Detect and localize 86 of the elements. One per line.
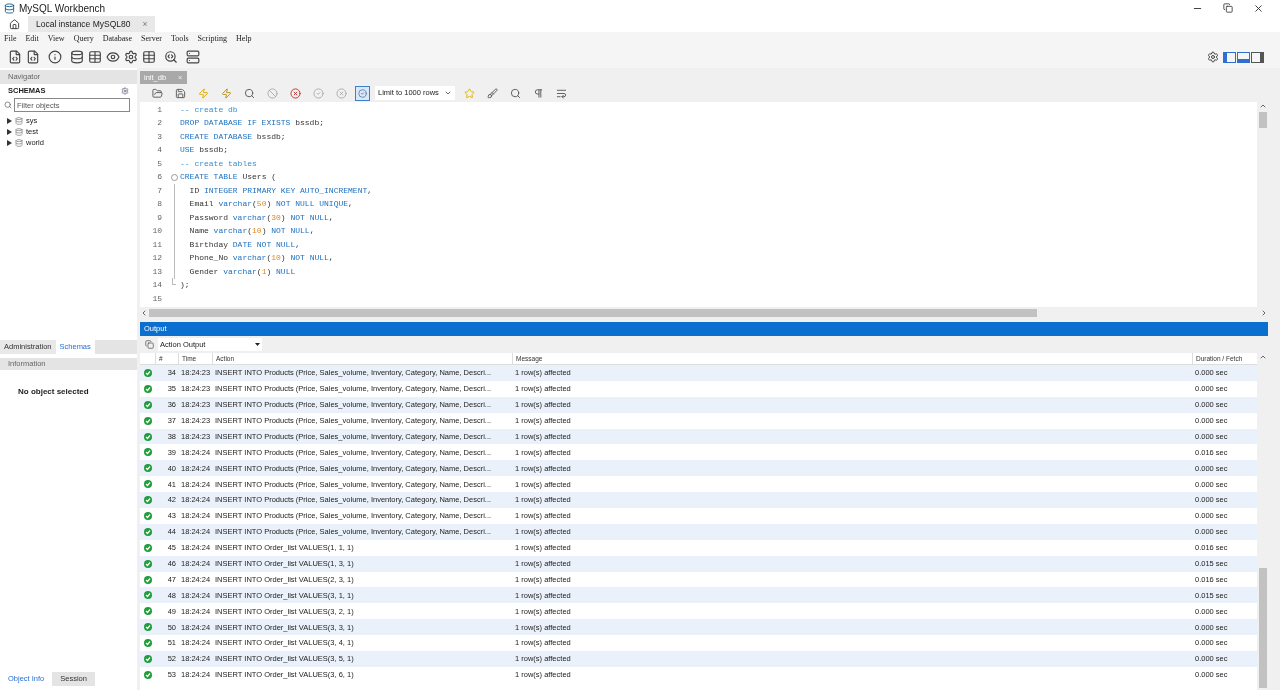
line-number: 9 [156,211,162,224]
menu-item[interactable]: Scripting [197,33,227,45]
function-icon[interactable] [142,50,156,64]
menu-item[interactable]: Server [141,33,162,45]
line-number: 3 [156,130,162,143]
database-icon [15,138,23,147]
lightning-icon [197,87,209,99]
code-line: -- create db [180,103,238,116]
save-icon [174,87,186,99]
star-icon [463,87,475,99]
app-logo-icon [4,2,15,14]
line-number: 7 [156,184,162,197]
scroll-thumb [1258,112,1267,128]
server-icon[interactable] [186,50,200,64]
stop-icon [266,87,278,99]
code-line: Password varchar(30) NOT NULL, [188,211,334,224]
code-line: CREATE TABLE Users ( [180,171,277,184]
settings-icon[interactable] [1207,51,1219,63]
view-icon[interactable] [106,50,120,64]
magnifier-icon [243,87,255,99]
code-line: Email varchar(50) NOT NULL UNIQUE, [188,198,353,211]
line-number: 14 [151,279,162,292]
open-script-icon[interactable] [26,50,40,64]
lightning-icon [220,87,232,99]
check-icon [312,87,324,99]
line-number: 2 [156,117,162,130]
close-icon[interactable] [1253,2,1264,14]
caret-icon [255,343,260,346]
schema-icon[interactable] [70,50,84,64]
code-line: ID INTEGER PRIMARY KEY AUTO_INCREMENT, [188,184,373,197]
procedure-icon[interactable] [124,50,138,64]
code-line: CREATE DATABASE bssdb; [180,130,286,143]
line-number: 5 [156,157,162,170]
code-line: ); [180,279,190,292]
empty-message: No object selected [17,386,90,398]
inspect-icon[interactable] [164,50,178,64]
code-line: USE bssdb; [180,144,228,157]
code-line: DROP DATABASE IF EXISTS bssdb; [180,117,325,130]
line-number: 8 [156,198,162,211]
refresh-icon[interactable] [121,87,129,95]
caret-icon [444,89,452,97]
expand-arrow-icon[interactable] [7,117,12,124]
cancel-icon [335,87,347,99]
menu-item[interactable]: File [4,33,17,45]
line-number: 4 [156,144,162,157]
menu-item[interactable]: Tools [170,33,189,45]
search-icon [4,101,12,109]
info-icon[interactable] [48,50,62,64]
search-icon [509,87,521,99]
menu-item[interactable]: Database [102,33,132,45]
connection-tab[interactable]: Local instance MySQL80 × [28,16,156,32]
fold-end-icon [172,278,176,286]
code-line: Phone_No varchar(10) NOT NULL, [188,252,334,265]
code-line: Name varchar(10) NOT NULL, [188,225,315,238]
line-number: 10 [151,225,162,238]
menu-item[interactable]: Help [235,33,252,45]
code-line: Birthday DATE NOT NULL, [188,238,301,251]
layout-toggle-icon[interactable] [1223,51,1264,63]
database-icon [15,127,23,136]
home-icon [8,18,20,30]
autocommit-button[interactable] [355,85,370,101]
folder-icon [151,87,163,99]
line-number: 12 [151,252,162,265]
brush-icon [486,87,498,99]
code-line: Gender varchar(1) NULL [188,265,296,278]
table-icon[interactable] [88,50,102,64]
new-query-icon[interactable] [8,50,22,64]
line-number: 1 [156,103,162,116]
expand-arrow-icon[interactable] [7,128,12,135]
line-number: 11 [151,238,162,251]
wrap-icon [555,87,567,99]
line-number: 6 [156,171,162,184]
menu-item[interactable]: Query [73,33,94,45]
menu-item[interactable]: Edit [25,33,39,45]
database-icon [15,116,23,125]
check-icon [358,88,367,98]
restore-icon[interactable] [1223,2,1233,13]
pilcrow-icon [532,87,544,99]
error-icon [289,87,301,99]
line-number: 15 [151,292,162,305]
menu-item[interactable]: View [47,33,65,45]
window-title: MySQL Workbench [19,1,106,16]
expand-arrow-icon[interactable] [7,139,12,146]
horizontal-scrollbar[interactable] [140,307,1268,318]
line-number: 13 [151,265,162,278]
code-line: -- create tables [180,157,257,170]
